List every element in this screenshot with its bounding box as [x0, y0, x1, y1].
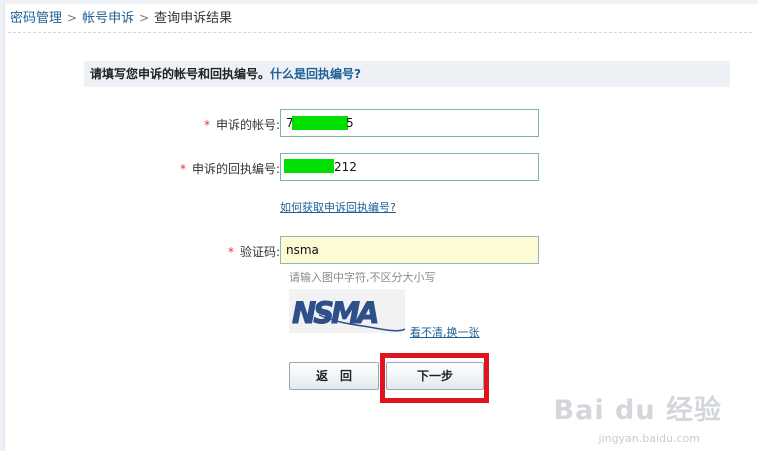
redaction-mark [284, 159, 334, 173]
account-input[interactable]: 7 5 [280, 109, 539, 137]
receipt-label-text: 申诉的回执编号: [191, 162, 280, 176]
watermark-logo: Bai du 经验 [553, 395, 722, 426]
watermark-url: jingyan.baidu.com [598, 432, 700, 445]
captcha-image[interactable]: NSMA [289, 289, 406, 333]
how-to-get-receipt-link[interactable]: 如何获取申诉回执编号? [280, 199, 396, 215]
account-label-text: 申诉的帐号: [215, 118, 280, 132]
breadcrumb-separator: > [67, 11, 78, 25]
redaction-mark [292, 116, 348, 130]
account-label: * 申诉的帐号: [160, 117, 280, 133]
breadcrumb: 密码管理 > 帐号申诉 > 查询申诉结果 [10, 8, 232, 28]
captcha-input[interactable]: nsma [280, 236, 539, 264]
notice-text: 请填写您申诉的帐号和回执编号。 [90, 67, 271, 81]
captcha-text: NSMA [292, 296, 378, 330]
back-button[interactable]: 返 回 [289, 362, 379, 390]
breadcrumb-current: 查询申诉结果 [154, 11, 233, 26]
account-value-suffix: 5 [346, 116, 354, 130]
captcha-hint: 请输入图中字符,不区分大小写 [289, 271, 436, 284]
receipt-input[interactable]: 212 [280, 153, 539, 181]
required-mark: * [179, 162, 186, 176]
what-is-receipt-link[interactable]: 什么是回执编号? [270, 67, 361, 81]
required-mark: * [227, 245, 234, 259]
highlight-box [380, 353, 489, 403]
breadcrumb-separator: > [139, 11, 150, 25]
captcha-graphic: NSMA [289, 289, 406, 333]
header-divider [8, 32, 752, 33]
notice-bar: 请填写您申诉的帐号和回执编号。什么是回执编号? [84, 61, 730, 87]
receipt-label: * 申诉的回执编号: [150, 161, 280, 177]
refresh-captcha-link[interactable]: 看不清,换一张 [410, 324, 480, 340]
receipt-value-suffix: 212 [334, 160, 357, 174]
required-mark: * [203, 118, 210, 132]
breadcrumb-account-appeal[interactable]: 帐号申诉 [82, 11, 134, 26]
captcha-label: * 验证码: [190, 244, 280, 260]
captcha-label-text: 验证码: [239, 245, 280, 259]
breadcrumb-password-management[interactable]: 密码管理 [10, 11, 62, 26]
